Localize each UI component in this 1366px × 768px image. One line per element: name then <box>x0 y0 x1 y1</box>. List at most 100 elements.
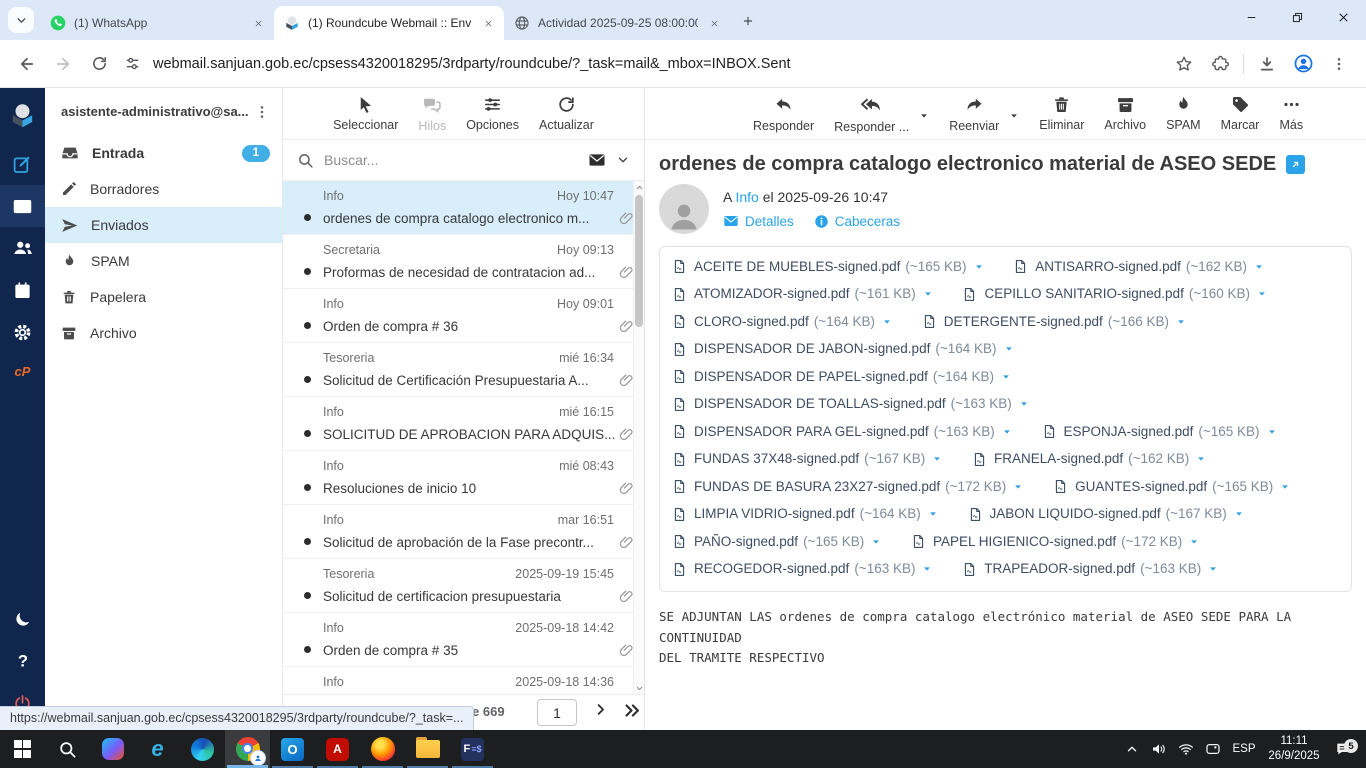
attachment[interactable]: FUNDAS 37X48-signed.pdf (~167 KB) <box>672 446 942 473</box>
delete-button[interactable]: Eliminar <box>1039 95 1084 132</box>
attachment[interactable]: ANTISARRO-signed.pdf (~162 KB) <box>1013 253 1264 280</box>
message-row[interactable]: Tesoreria mié 16:34 Solicitud de Certifi… <box>283 343 644 397</box>
attachment[interactable]: DISPENSADOR DE JABON-signed.pdf (~164 KB… <box>672 336 1014 363</box>
mark-button[interactable]: Marcar <box>1221 95 1260 132</box>
taskbar-ie-button[interactable]: e <box>135 730 180 768</box>
attachment-menu-caret-icon[interactable] <box>1267 427 1277 437</box>
close-tab-icon[interactable] <box>480 15 496 31</box>
attachment-menu-caret-icon[interactable] <box>1176 317 1186 327</box>
scroll-up-icon[interactable] <box>634 181 644 193</box>
search-scope-icon[interactable] <box>588 151 606 169</box>
attachment[interactable]: DISPENSADOR PARA GEL-signed.pdf (~163 KB… <box>672 418 1012 445</box>
attachment[interactable]: FRANELA-signed.pdf (~162 KB) <box>972 446 1206 473</box>
select-button[interactable]: Seleccionar <box>333 95 398 132</box>
taskbar-feo-button[interactable]: F≡$ <box>450 730 495 768</box>
rail-settings-button[interactable] <box>0 311 45 353</box>
folder-archivo[interactable]: Archivo <box>45 315 282 351</box>
close-tab-icon[interactable] <box>706 15 722 31</box>
url-text[interactable]: webmail.sanjuan.gob.ec/cpsess4320018295/… <box>153 56 791 72</box>
headers-link[interactable]: Cabeceras <box>814 214 900 229</box>
new-tab-button[interactable] <box>734 7 762 35</box>
reload-button[interactable] <box>82 47 116 81</box>
open-in-new-window-button[interactable] <box>1286 155 1305 174</box>
attachment[interactable]: CLORO-signed.pdf (~164 KB) <box>672 308 892 335</box>
network-button[interactable] <box>1172 741 1199 757</box>
last-page-icon[interactable] <box>623 702 640 719</box>
attachment[interactable]: PAÑO-signed.pdf (~165 KB) <box>672 528 881 555</box>
minimize-button[interactable] <box>1228 0 1274 34</box>
start-button[interactable] <box>0 730 45 768</box>
extensions-button[interactable] <box>1203 47 1237 81</box>
attachment[interactable]: PAPEL HIGIENICO-signed.pdf (~172 KB) <box>911 528 1199 555</box>
attachment-menu-caret-icon[interactable] <box>1013 482 1023 492</box>
language-indicator[interactable]: ESP <box>1226 743 1262 755</box>
more-button[interactable]: Más <box>1279 95 1303 132</box>
attachment[interactable]: DETERGENTE-signed.pdf (~166 KB) <box>922 308 1186 335</box>
threads-button[interactable]: Hilos <box>418 95 446 133</box>
archive-button[interactable]: Archivo <box>1104 95 1146 132</box>
notifications-button[interactable]: 5 <box>1326 741 1360 757</box>
taskbar-explorer-button[interactable] <box>405 730 450 768</box>
spam-button[interactable]: SPAM <box>1166 95 1201 132</box>
close-window-button[interactable] <box>1320 0 1366 34</box>
scrollbar-thumb[interactable] <box>635 195 643 327</box>
attachment[interactable]: TRAPEADOR-signed.pdf (~163 KB) <box>962 556 1218 583</box>
attachment-menu-caret-icon[interactable] <box>928 509 938 519</box>
attachment-menu-caret-icon[interactable] <box>1254 262 1264 272</box>
scroll-down-icon[interactable] <box>634 682 644 694</box>
chevron-down-icon[interactable] <box>616 153 630 167</box>
attachment-menu-caret-icon[interactable] <box>1002 427 1012 437</box>
message-row[interactable]: Tesoreria 2025-09-19 15:45 Solicitud de … <box>283 559 644 613</box>
restore-button[interactable] <box>1274 0 1320 34</box>
downloads-button[interactable] <box>1250 47 1284 81</box>
taskbar-copilot-button[interactable] <box>90 730 135 768</box>
taskbar-firefox-button[interactable] <box>360 730 405 768</box>
rail-mail-button[interactable] <box>0 185 45 227</box>
attachment[interactable]: ESPONJA-signed.pdf (~165 KB) <box>1042 418 1277 445</box>
attachment-menu-caret-icon[interactable] <box>1001 372 1011 382</box>
account-menu-button[interactable] <box>250 100 274 124</box>
attachment[interactable]: JABON LIQUIDO-signed.pdf (~167 KB) <box>968 501 1244 528</box>
bookmark-button[interactable] <box>1167 47 1201 81</box>
taskbar-edge-button[interactable] <box>180 730 225 768</box>
taskbar-outlook-button[interactable]: O <box>270 730 315 768</box>
hidden-icons-button[interactable] <box>1118 742 1145 756</box>
attachment[interactable]: GUANTES-signed.pdf (~165 KB) <box>1053 473 1290 500</box>
page-number-input[interactable] <box>537 699 577 726</box>
attachment-menu-caret-icon[interactable] <box>1004 344 1014 354</box>
attachment-menu-caret-icon[interactable] <box>1257 289 1267 299</box>
attachment-menu-caret-icon[interactable] <box>922 564 932 574</box>
taskbar-search-button[interactable] <box>45 730 90 768</box>
attachment-menu-caret-icon[interactable] <box>1208 564 1218 574</box>
back-button[interactable] <box>10 47 44 81</box>
forward-button[interactable]: Reenviar <box>949 95 999 133</box>
attachment-menu-caret-icon[interactable] <box>1234 509 1244 519</box>
attachment[interactable]: FUNDAS DE BASURA 23X27-signed.pdf (~172 … <box>672 473 1023 500</box>
attachment[interactable]: LIMPIA VIDRIO-signed.pdf (~164 KB) <box>672 501 938 528</box>
message-row[interactable]: Info Hoy 09:01 Orden de compra # 36 <box>283 289 644 343</box>
tab-roundcube[interactable]: (1) Roundcube Webmail :: Envia <box>274 6 504 40</box>
options-button[interactable]: Opciones <box>466 95 519 132</box>
rail-compose-button[interactable] <box>0 143 45 185</box>
forward-button[interactable] <box>46 47 80 81</box>
url-field[interactable]: webmail.sanjuan.gob.ec/cpsess4320018295/… <box>118 47 1165 81</box>
tab-actividad[interactable]: Actividad 2025-09-25 08:00:00 <box>504 6 730 40</box>
refresh-button[interactable]: Actualizar <box>539 95 594 132</box>
reply-all-button[interactable]: Responder ... <box>834 95 909 134</box>
folder-papelera[interactable]: Papelera <box>45 279 282 315</box>
message-row[interactable]: Info mié 08:43 Resoluciones de inicio 10 <box>283 451 644 505</box>
tab-search-button[interactable] <box>8 7 34 33</box>
message-row[interactable]: Secretaria Hoy 09:13 Proformas de necesi… <box>283 235 644 289</box>
cpanel-logo[interactable]: cP <box>15 353 31 389</box>
recipient-link[interactable]: Info <box>735 189 758 205</box>
taskbar-acrobat-button[interactable]: A <box>315 730 360 768</box>
message-row[interactable]: Info mar 16:51 Solicitud de aprobación d… <box>283 505 644 559</box>
details-link[interactable]: Detalles <box>723 213 794 229</box>
next-page-icon[interactable] <box>593 702 608 717</box>
attachment[interactable]: ATOMIZADOR-signed.pdf (~161 KB) <box>672 281 933 308</box>
list-scrollbar[interactable] <box>633 181 644 694</box>
attachment-menu-caret-icon[interactable] <box>1189 537 1199 547</box>
attachment-menu-caret-icon[interactable] <box>1280 482 1290 492</box>
message-row[interactable]: Info mié 16:15 SOLICITUD DE APROBACION P… <box>283 397 644 451</box>
message-row[interactable]: Info Hoy 10:47 ordenes de compra catalog… <box>283 181 644 235</box>
